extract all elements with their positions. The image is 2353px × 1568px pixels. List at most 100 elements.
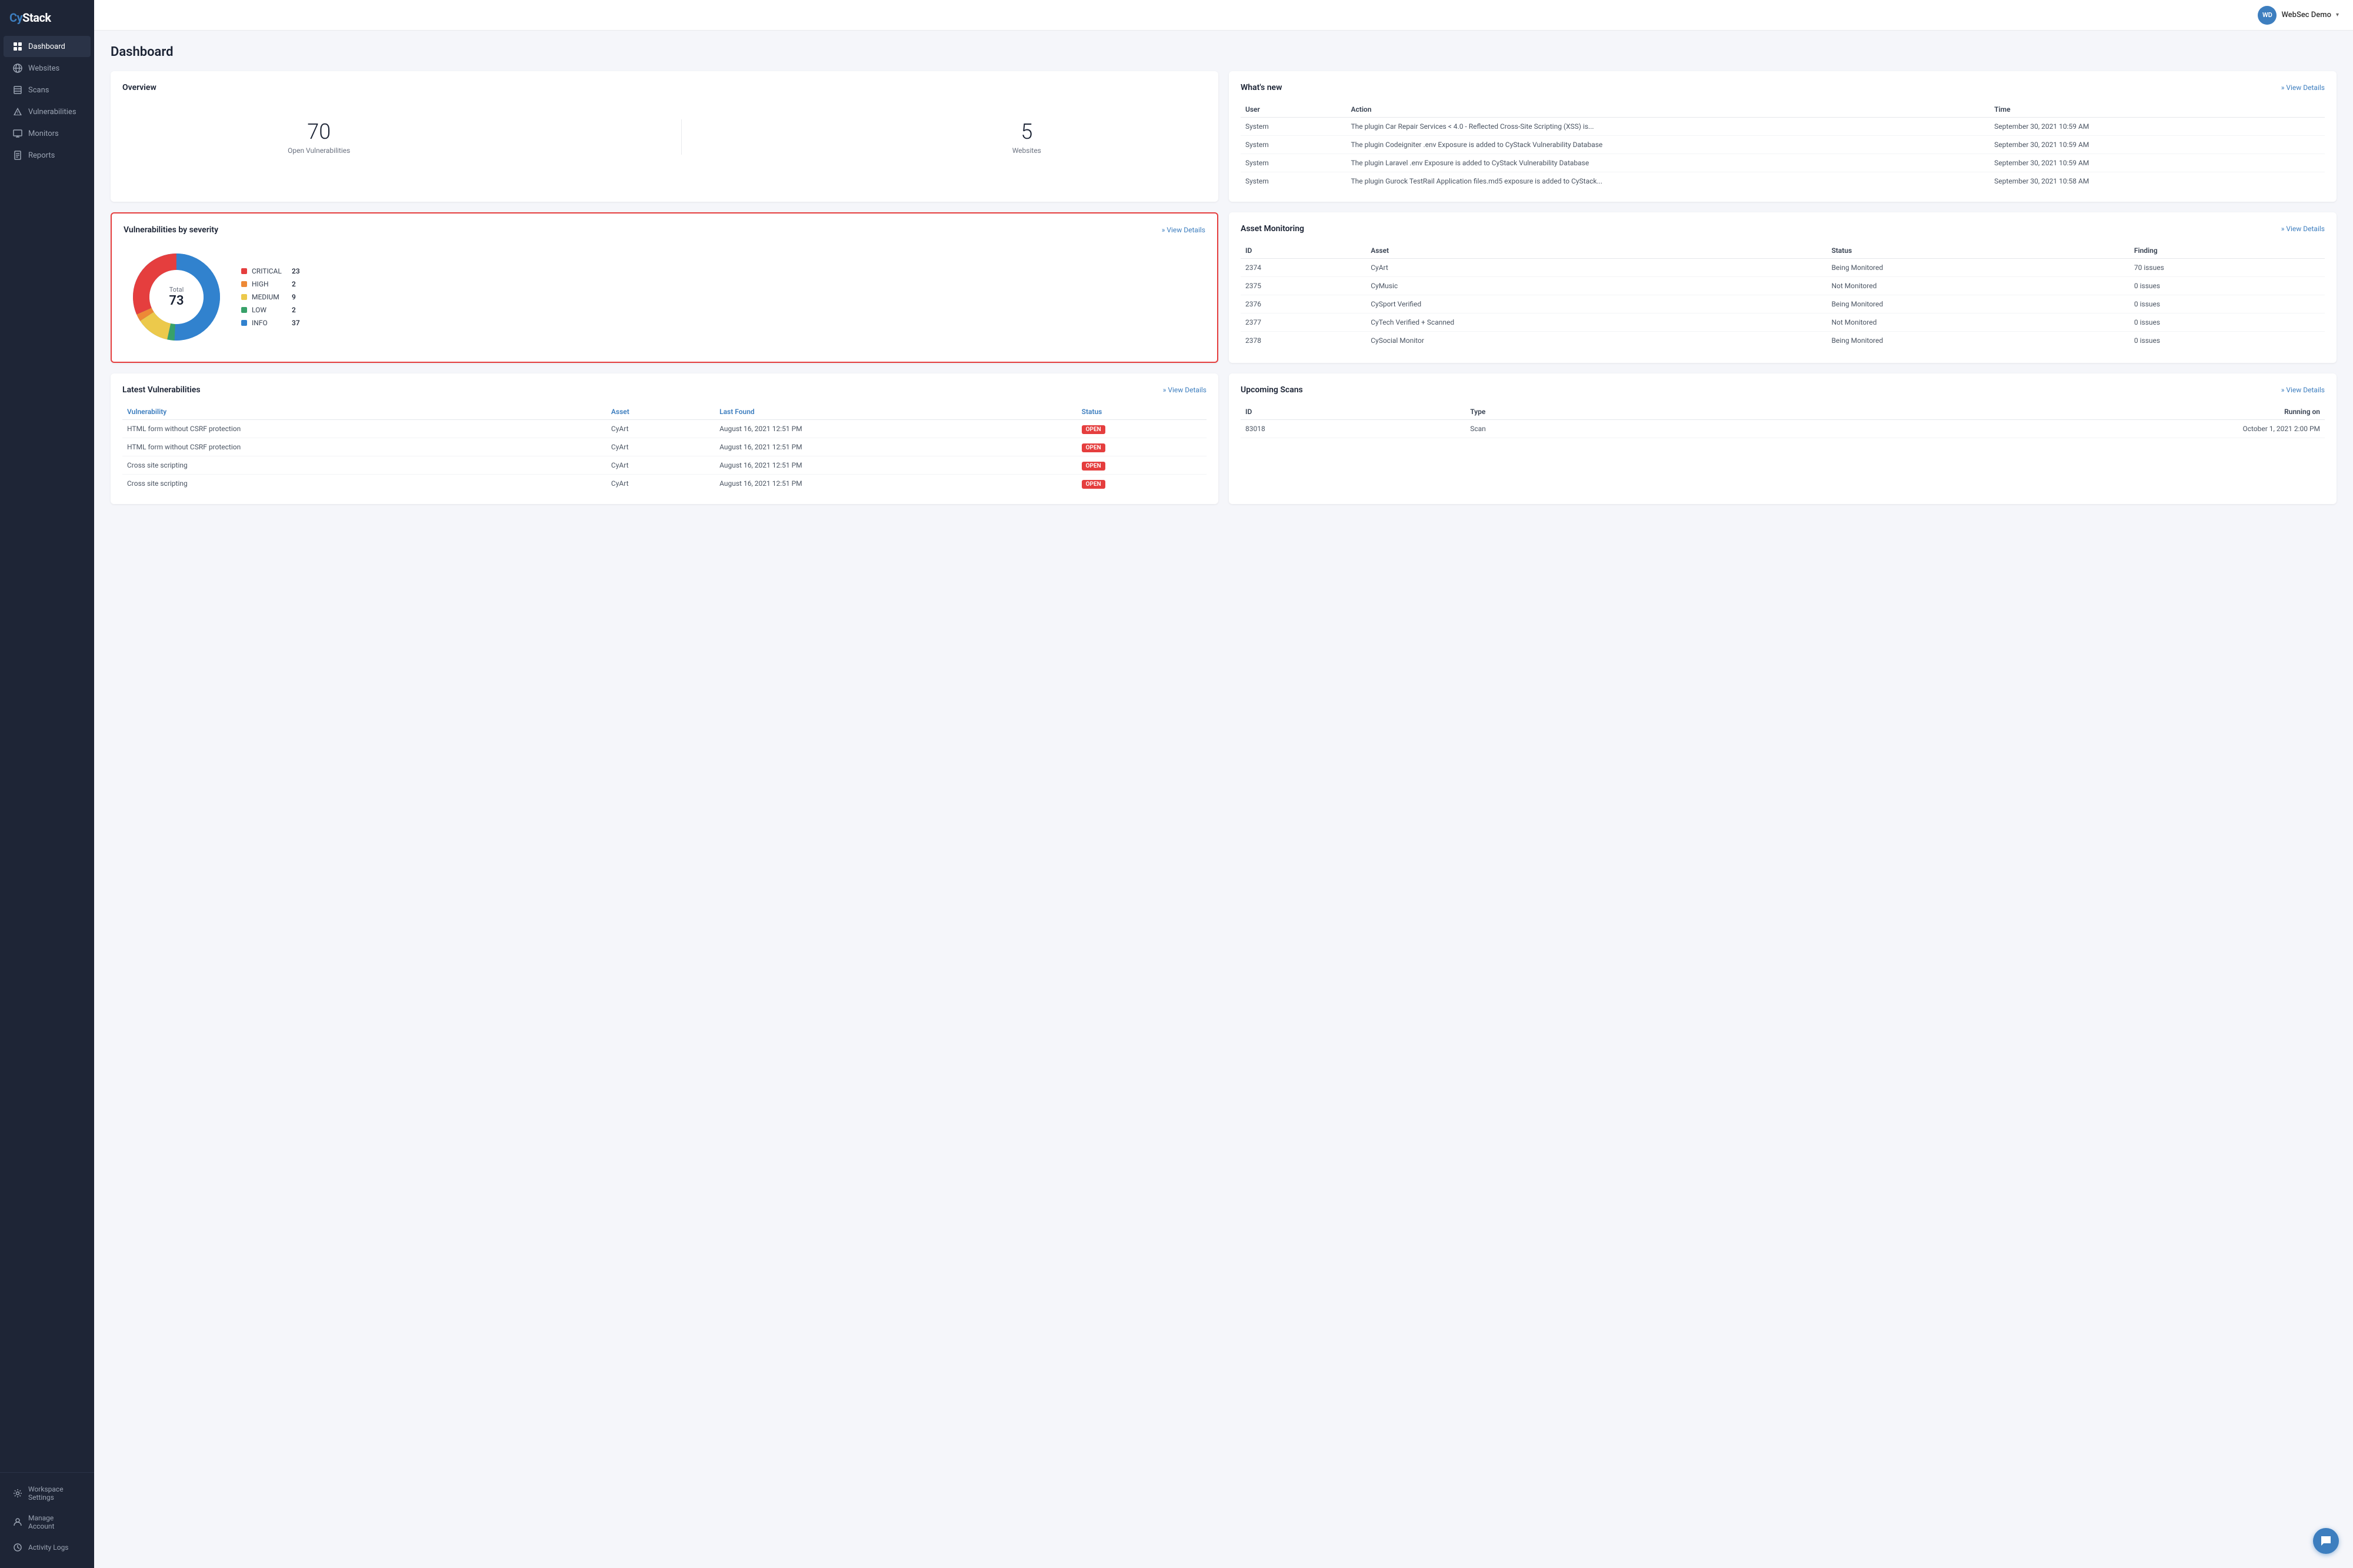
vuln-severity-view-details[interactable]: » View Details: [1162, 226, 1205, 234]
asset-monitoring-header: Asset Monitoring » View Details: [1241, 224, 2325, 233]
page-title: Dashboard: [111, 45, 2337, 59]
asset-finding: 0 issues: [2129, 332, 2325, 350]
sidebar-item-manage-account[interactable]: Manage Account: [4, 1508, 91, 1536]
legend-item: LOW 2: [241, 306, 300, 314]
vuln-status: OPEN: [1077, 456, 1207, 475]
vuln-col-name: Vulnerability: [122, 404, 606, 420]
status-badge: OPEN: [1082, 480, 1105, 489]
scan-id: 83018: [1241, 420, 1465, 438]
asset-col-status: Status: [1827, 243, 2129, 259]
vuln-asset: CyArt: [606, 438, 715, 456]
asset-monitoring-card: Asset Monitoring » View Details ID Asset…: [1229, 212, 2337, 363]
vuln-name: Cross site scripting: [122, 475, 606, 493]
asset-monitoring-view-details[interactable]: » View Details: [2281, 225, 2325, 233]
sidebar-item-reports-label: Reports: [28, 151, 55, 160]
vuln-status: OPEN: [1077, 420, 1207, 438]
sidebar-item-websites-label: Websites: [28, 64, 59, 73]
vulnerabilities-severity-card: Vulnerabilities by severity » View Detai…: [111, 212, 1218, 363]
vuln-last-found: August 16, 2021 12:51 PM: [715, 456, 1077, 475]
sidebar-item-workspace-settings-label: Workspace Settings: [28, 1485, 81, 1502]
workspace-settings-icon: [13, 1489, 22, 1498]
donut-center: Total 73: [169, 286, 184, 308]
sidebar-item-monitors[interactable]: Monitors: [4, 123, 91, 144]
vulnerabilities-icon: [13, 107, 22, 116]
legend-item: INFO 37: [241, 319, 300, 327]
asset-id: 2376: [1241, 295, 1366, 313]
overview-title: Overview: [122, 83, 156, 92]
logo: CyStack: [0, 0, 94, 33]
activity-action: The plugin Codeigniter .env Exposure is …: [1347, 136, 1990, 154]
asset-table: ID Asset Status Finding 2374 CyArt Being…: [1241, 243, 2325, 349]
activity-row: System The plugin Gurock TestRail Applic…: [1241, 172, 2325, 191]
asset-status: Being Monitored: [1827, 259, 2129, 277]
legend-name: INFO: [252, 319, 287, 327]
vuln-row: HTML form without CSRF protection CyArt …: [122, 438, 1207, 456]
activity-action: The plugin Laravel .env Exposure is adde…: [1347, 154, 1990, 172]
sidebar-bottom: Workspace Settings Manage Account Activi…: [0, 1472, 94, 1568]
sidebar-item-reports[interactable]: Reports: [4, 145, 91, 166]
latest-vuln-view-details[interactable]: » View Details: [1163, 386, 1207, 394]
vuln-last-found: August 16, 2021 12:51 PM: [715, 420, 1077, 438]
upcoming-scans-header: Upcoming Scans » View Details: [1241, 385, 2325, 395]
legend-count: 37: [292, 319, 300, 327]
main: WD WebSec Demo ▾ Dashboard Overview 70 O…: [94, 0, 2353, 1568]
asset-id: 2378: [1241, 332, 1366, 350]
vuln-row: Cross site scripting CyArt August 16, 20…: [122, 475, 1207, 493]
reports-icon: [13, 151, 22, 160]
asset-monitoring-title: Asset Monitoring: [1241, 224, 1304, 233]
sidebar-item-monitors-label: Monitors: [28, 129, 59, 138]
legend-name: HIGH: [252, 280, 287, 288]
activity-row: System The plugin Laravel .env Exposure …: [1241, 154, 2325, 172]
websites-count: 5: [1012, 119, 1041, 144]
stat-divider: [681, 119, 682, 155]
vuln-status: OPEN: [1077, 475, 1207, 493]
sidebar-item-activity-logs[interactable]: Activity Logs: [4, 1537, 91, 1558]
asset-status: Not Monitored: [1827, 277, 2129, 295]
asset-col-asset: Asset: [1366, 243, 1827, 259]
scan-type: Scan: [1465, 420, 1658, 438]
sidebar-nav: Dashboard Websites Scans Vulnerabilities…: [0, 33, 94, 1472]
sidebar-item-websites[interactable]: Websites: [4, 58, 91, 79]
sidebar-item-vulnerabilities[interactable]: Vulnerabilities: [4, 101, 91, 122]
sidebar-item-dashboard[interactable]: Dashboard: [4, 36, 91, 57]
asset-row: 2378 CySocial Monitor Being Monitored 0 …: [1241, 332, 2325, 350]
manage-account-icon: [13, 1517, 22, 1527]
asset-status: Not Monitored: [1827, 313, 2129, 332]
severity-legend: CRITICAL 23 HIGH 2 MEDIUM 9 LOW 2 INFO 3…: [241, 267, 300, 327]
dashboard-icon: [13, 42, 22, 51]
legend-name: LOW: [252, 306, 287, 314]
activity-row: System The plugin Codeigniter .env Expos…: [1241, 136, 2325, 154]
donut-total-label: Total: [169, 286, 184, 293]
sidebar-item-vulnerabilities-label: Vulnerabilities: [28, 108, 76, 116]
sidebar-item-dashboard-label: Dashboard: [28, 42, 65, 51]
upcoming-scans-view-details[interactable]: » View Details: [2281, 386, 2325, 394]
websites-icon: [13, 64, 22, 73]
legend-item: MEDIUM 9: [241, 293, 300, 301]
asset-col-id: ID: [1241, 243, 1366, 259]
status-badge: OPEN: [1082, 443, 1105, 452]
whats-new-view-details[interactable]: » View Details: [2281, 84, 2325, 92]
topbar: WD WebSec Demo ▾: [94, 0, 2353, 31]
activity-user: System: [1241, 172, 1347, 191]
scan-row: 83018 Scan October 1, 2021 2:00 PM: [1241, 420, 2325, 438]
whats-new-title: What's new: [1241, 83, 1282, 92]
vuln-severity-title: Vulnerabilities by severity: [124, 225, 218, 235]
sidebar-item-manage-account-label: Manage Account: [28, 1514, 81, 1530]
sidebar-item-scans-label: Scans: [28, 86, 49, 95]
latest-vulnerabilities-card: Latest Vulnerabilities » View Details Vu…: [111, 373, 1218, 504]
user-name: WebSec Demo: [2281, 11, 2331, 19]
sidebar-item-activity-logs-label: Activity Logs: [28, 1543, 69, 1552]
asset-name: CyTech Verified + Scanned: [1366, 313, 1827, 332]
asset-id: 2374: [1241, 259, 1366, 277]
asset-status: Being Monitored: [1827, 332, 2129, 350]
scan-table: ID Type Running on 83018 Scan October 1,…: [1241, 404, 2325, 438]
open-vulnerabilities-count: 70: [288, 119, 350, 144]
scans-icon: [13, 85, 22, 95]
sidebar-item-scans[interactable]: Scans: [4, 79, 91, 101]
user-badge[interactable]: WD WebSec Demo ▾: [2258, 6, 2339, 25]
dashboard-grid: Overview 70 Open Vulnerabilities 5 Websi…: [111, 71, 2337, 504]
sidebar-item-workspace-settings[interactable]: Workspace Settings: [4, 1479, 91, 1507]
asset-id: 2375: [1241, 277, 1366, 295]
chat-bubble[interactable]: [2313, 1528, 2339, 1554]
legend-dot: [241, 268, 247, 274]
